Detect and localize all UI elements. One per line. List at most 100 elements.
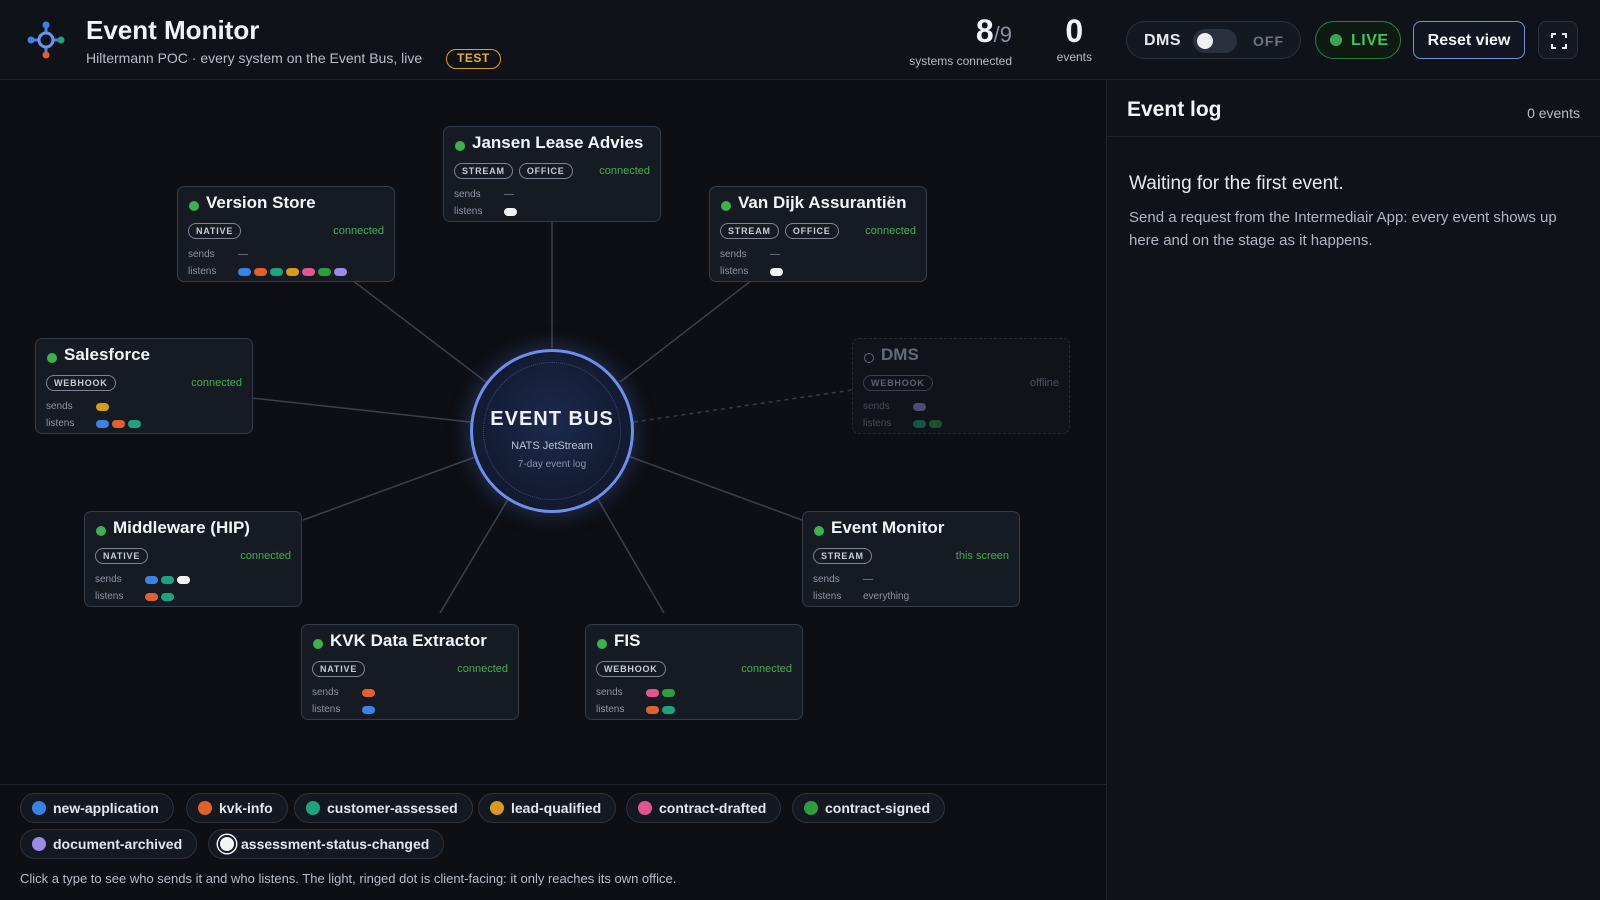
system-name: FIS	[614, 631, 641, 650]
listens-event-chips	[96, 420, 141, 428]
event-type-label: new-application	[53, 800, 159, 816]
environment-badge: TEST	[446, 49, 501, 69]
connection-tag: NATIVE	[188, 223, 242, 239]
system-node-dms[interactable]: DMS WEBHOOK offline sends listens	[852, 338, 1070, 434]
connection-tag: WEBHOOK	[46, 375, 116, 391]
connection-tags: STREAM OFFICE	[720, 223, 839, 239]
sends-event-chips	[96, 403, 109, 411]
event-type-label: kvk-info	[219, 800, 273, 816]
legend-help-text: Click a type to see who sends it and who…	[20, 871, 677, 886]
sends-label: sends	[312, 687, 339, 698]
connection-tag: STREAM	[813, 548, 872, 564]
connection-tags: STREAM OFFICE	[454, 163, 573, 179]
sends-value: —	[863, 574, 873, 585]
dms-toggle[interactable]: DMS OFF	[1126, 21, 1301, 59]
event-chip-new-application	[238, 268, 251, 276]
connection-status: connected	[333, 225, 384, 237]
event-bus-hub[interactable]: EVENT BUS NATS JetStream 7-day event log	[470, 349, 634, 513]
sends-label: sends	[95, 574, 122, 585]
connection-tags: WEBHOOK	[863, 375, 933, 391]
event-type-label: document-archived	[53, 836, 183, 852]
offline-status-dot	[864, 353, 874, 363]
connection-tags: NATIVE	[188, 223, 242, 239]
connection-status: connected	[457, 663, 508, 675]
system-name: Middleware (HIP)	[113, 518, 250, 537]
listens-event-chips	[913, 420, 942, 428]
system-node-middleware-hip[interactable]: Middleware (HIP) NATIVE connected sends list…	[84, 511, 302, 607]
system-node-salesforce[interactable]: Salesforce WEBHOOK connected sends listens	[35, 338, 253, 434]
connection-tag: STREAM	[720, 223, 779, 239]
connection-status: connected	[741, 663, 792, 675]
listens-value: everything	[863, 591, 910, 602]
connection-tag: NATIVE	[312, 661, 366, 677]
app-subtitle: Hiltermann POC · every system on the Eve…	[86, 50, 423, 66]
event-chip-new-application	[362, 706, 375, 714]
connection-tag: WEBHOOK	[596, 661, 666, 677]
system-name: KVK Data Extractor	[330, 631, 487, 650]
legend-type-new-application[interactable]: new-application	[20, 793, 174, 823]
event-type-dot-icon	[220, 837, 234, 851]
sends-event-chips	[145, 576, 190, 584]
system-node-fis[interactable]: FIS WEBHOOK connected sends listens	[585, 624, 803, 720]
legend-type-contract-signed[interactable]: contract-signed	[792, 793, 946, 823]
legend-type-kvk-info[interactable]: kvk-info	[186, 793, 288, 823]
connection-status: connected	[599, 165, 650, 177]
connection-status: connected	[865, 225, 916, 237]
legend-type-assessment-status-changed[interactable]: assessment-status-changed	[208, 829, 445, 859]
system-node-kvk-data-extractor[interactable]: KVK Data Extractor NATIVE connected sends li…	[301, 624, 519, 720]
event-chip-kvk-info	[362, 689, 375, 697]
listens-label: listens	[720, 266, 749, 277]
event-chip-contract-signed	[929, 420, 942, 428]
listens-label: listens	[188, 266, 217, 277]
system-node-van-dijk-assurantien[interactable]: Van Dijk Assurantiën STREAM OFFICE connecte…	[709, 186, 927, 282]
event-type-legend: new-application kvk-info customer-assess…	[0, 784, 1106, 900]
sends-event-chips	[362, 689, 375, 697]
listens-label: listens	[95, 591, 124, 602]
listens-label: listens	[454, 206, 483, 217]
legend-type-lead-qualified[interactable]: lead-qualified	[478, 793, 617, 823]
legend-type-contract-drafted[interactable]: contract-drafted	[626, 793, 782, 823]
event-chip-customer-assessed	[161, 593, 174, 601]
event-chip-lead-qualified	[96, 403, 109, 411]
listens-event-chips	[646, 706, 675, 714]
event-chip-kvk-info	[646, 706, 659, 714]
event-log-divider	[1107, 136, 1600, 137]
reset-view-button[interactable]: Reset view	[1413, 21, 1525, 59]
online-status-dot	[313, 639, 323, 649]
listens-label: listens	[312, 704, 341, 715]
app-title: Event Monitor	[86, 15, 260, 45]
fullscreen-button[interactable]	[1538, 21, 1578, 59]
live-label: LIVE	[1351, 32, 1389, 49]
live-indicator[interactable]: LIVE	[1315, 21, 1401, 59]
systems-connected-label: systems connected	[909, 54, 1012, 68]
listens-event-chips	[504, 208, 517, 216]
dms-switch[interactable]	[1193, 29, 1237, 53]
legend-type-customer-assessed[interactable]: customer-assessed	[294, 793, 473, 823]
event-chip-kvk-info	[254, 268, 267, 276]
online-status-dot	[455, 141, 465, 151]
system-node-event-monitor[interactable]: Event Monitor STREAM this screen sends liste…	[802, 511, 1020, 607]
legend-type-document-archived[interactable]: document-archived	[20, 829, 198, 859]
event-chip-new-application	[96, 420, 109, 428]
systems-connected-count: 8	[975, 13, 994, 49]
event-type-dot-icon	[32, 801, 46, 815]
event-chip-document-archived	[334, 268, 347, 276]
connection-tag: OFFICE	[784, 223, 839, 239]
system-name: Salesforce	[64, 345, 150, 364]
connection-status: connected	[191, 377, 242, 389]
listens-event-chips	[362, 706, 375, 714]
event-bus-subtitle: NATS JetStream	[511, 440, 593, 452]
systems-total: /9	[993, 22, 1012, 47]
system-name: DMS	[881, 345, 919, 364]
connection-tag: NATIVE	[95, 548, 149, 564]
event-log-title: Event log	[1127, 98, 1222, 121]
event-chip-assessment-status-changed	[177, 576, 190, 584]
fullscreen-icon	[1551, 33, 1567, 49]
sends-label: sends	[46, 401, 73, 412]
system-node-version-store[interactable]: Version Store NATIVE connected sends listens…	[177, 186, 395, 282]
event-type-dot-icon	[638, 801, 652, 815]
system-node-jansen-lease-advies[interactable]: Jansen Lease Advies STREAM OFFICE connected…	[443, 126, 661, 222]
event-bus-stage[interactable]: EVENT BUS NATS JetStream 7-day event log…	[0, 80, 1106, 784]
listens-label: listens	[813, 591, 842, 602]
listens-label: listens	[46, 418, 75, 429]
